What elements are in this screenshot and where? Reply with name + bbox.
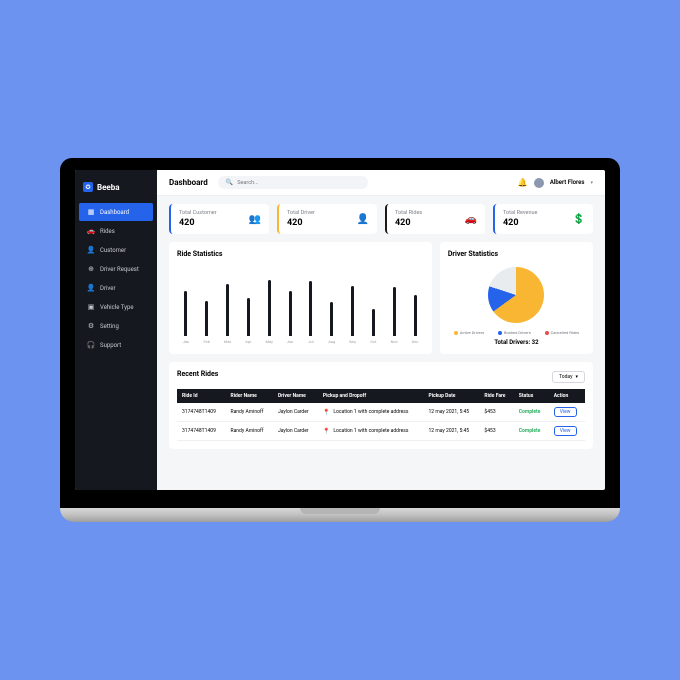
legend-item: Active Drivers: [454, 330, 484, 335]
stat-icon: 👤: [357, 214, 369, 225]
view-button[interactable]: View: [554, 426, 577, 436]
bar: [330, 302, 333, 336]
table-row: 3174748T1409Randy AminoffJaylon Carder📍L…: [177, 422, 585, 441]
chevron-down-icon: ▾: [575, 374, 578, 380]
bar-column: Dec: [406, 295, 424, 344]
sidebar-item-driver[interactable]: 👤Driver: [79, 279, 153, 297]
ride-stats-title: Ride Statistics: [177, 250, 424, 258]
stat-card: Total Customer420👥: [169, 204, 269, 234]
column-header: Driver Name: [273, 389, 318, 403]
topbar: Dashboard 🔍 🔔 Albert Flores ▾: [157, 170, 605, 196]
driver-stats-title: Driver Statistics: [448, 250, 585, 258]
bar-column: Oct: [364, 309, 382, 344]
brand-logo[interactable]: ✪ Beeba: [75, 178, 157, 202]
sidebar-item-driver-request[interactable]: ⊕Driver Request: [79, 260, 153, 278]
bar-column: Feb: [198, 301, 216, 344]
stat-card: Total Rides420🚗: [385, 204, 485, 234]
bar: [205, 301, 208, 336]
avatar[interactable]: [534, 178, 544, 188]
driver-statistics-card: Driver Statistics Active Drivers Booked D…: [440, 242, 593, 354]
sidebar-item-rides[interactable]: 🚗Rides: [79, 222, 153, 240]
bar-column: Jul: [302, 281, 320, 344]
bar: [372, 309, 375, 336]
stat-icon: 🚗: [465, 214, 477, 225]
bar-column: Jan: [177, 291, 195, 345]
bar-column: May: [260, 280, 278, 344]
laptop-base: [60, 508, 620, 522]
column-header: Status: [514, 389, 549, 403]
view-button[interactable]: View: [554, 407, 577, 417]
date-filter[interactable]: Today ▾: [552, 371, 585, 383]
sidebar-item-setting[interactable]: ⚙Setting: [79, 317, 153, 335]
location-icon: 📍: [323, 428, 330, 435]
chevron-down-icon[interactable]: ▾: [590, 180, 593, 186]
sidebar: ✪ Beeba ▦Dashboard🚗Rides👤Customer⊕Driver…: [75, 170, 157, 490]
support-icon: 🎧: [87, 341, 95, 349]
vehicle-type-icon: ▣: [87, 303, 95, 311]
bar-column: Jun: [281, 291, 299, 345]
stat-cards: Total Customer420👥 Total Driver420👤 Total …: [169, 204, 593, 234]
search-input[interactable]: [237, 180, 360, 186]
sidebar-item-support[interactable]: 🎧Support: [79, 336, 153, 354]
pie-chart: [488, 267, 544, 323]
bar-chart: JanFebMarAprMayJunJulAugSepOctNovDec: [177, 264, 424, 344]
recent-rides-card: Recent Rides Today ▾ Ride IdRider NameDr…: [169, 362, 593, 449]
status-badge: Complete: [519, 428, 541, 434]
recent-rides-table: Ride IdRider NameDriver NamePickup and D…: [177, 389, 585, 441]
column-header: Rider Name: [226, 389, 273, 403]
driver-icon: 👤: [87, 284, 95, 292]
sidebar-item-customer[interactable]: 👤Customer: [79, 241, 153, 259]
column-header: Ride Fare: [479, 389, 513, 403]
bar: [289, 291, 292, 337]
bar: [247, 298, 250, 337]
laptop-mockup: ✪ Beeba ▦Dashboard🚗Rides👤Customer⊕Driver…: [60, 158, 620, 522]
stat-card: Total Driver420👤: [277, 204, 377, 234]
stat-icon: 👥: [249, 214, 261, 225]
column-header: Action: [549, 389, 585, 403]
user-name: Albert Flores: [550, 179, 585, 186]
location-icon: 📍: [323, 409, 330, 416]
app-screen: ✪ Beeba ▦Dashboard🚗Rides👤Customer⊕Driver…: [75, 170, 605, 490]
total-drivers-label: Total Drivers: 32: [448, 339, 585, 346]
bar-column: Sep: [344, 286, 362, 344]
bar: [393, 287, 396, 336]
bar: [414, 295, 417, 336]
bar: [184, 291, 187, 337]
status-badge: Complete: [519, 409, 541, 415]
legend-item: Booked Drivers: [498, 330, 531, 335]
column-header: Ride Id: [177, 389, 226, 403]
column-header: Pickup and Dropoff: [318, 389, 424, 403]
page-title: Dashboard: [169, 178, 208, 187]
bar: [351, 286, 354, 336]
rides-icon: 🚗: [87, 227, 95, 235]
bar-column: Mar: [219, 284, 237, 345]
driver-request-icon: ⊕: [87, 265, 95, 273]
search-icon: 🔍: [226, 179, 233, 186]
recent-rides-title: Recent Rides: [177, 370, 218, 378]
customer-icon: 👤: [87, 246, 95, 254]
search-box[interactable]: 🔍: [218, 176, 368, 189]
main-area: Dashboard 🔍 🔔 Albert Flores ▾ Total Cust…: [157, 170, 605, 490]
bar-column: Aug: [323, 302, 341, 344]
sidebar-item-dashboard[interactable]: ▦Dashboard: [79, 203, 153, 221]
brand-name: Beeba: [97, 183, 120, 192]
ride-statistics-card: Ride Statistics JanFebMarAprMayJunJulAug…: [169, 242, 432, 354]
bar: [309, 281, 312, 336]
bar: [268, 280, 271, 336]
column-header: Pickup Date: [423, 389, 479, 403]
bar-column: Nov: [385, 287, 403, 344]
notification-icon[interactable]: 🔔: [518, 178, 528, 187]
legend-item: Cancelled Rides: [545, 330, 579, 335]
table-row: 3174748T1409Randy AminoffJaylon Carder📍L…: [177, 403, 585, 422]
bar-column: Apr: [239, 298, 257, 345]
stat-icon: 💲: [573, 214, 585, 225]
pie-legend: Active Drivers Booked Drivers Cancelled Ri…: [448, 330, 585, 335]
dashboard-icon: ▦: [87, 208, 95, 216]
stat-card: Total Revenue420💲: [493, 204, 593, 234]
bar: [226, 284, 229, 337]
sidebar-item-vehicle-type[interactable]: ▣Vehicle Type: [79, 298, 153, 316]
logo-icon: ✪: [83, 182, 93, 192]
setting-icon: ⚙: [87, 322, 95, 330]
